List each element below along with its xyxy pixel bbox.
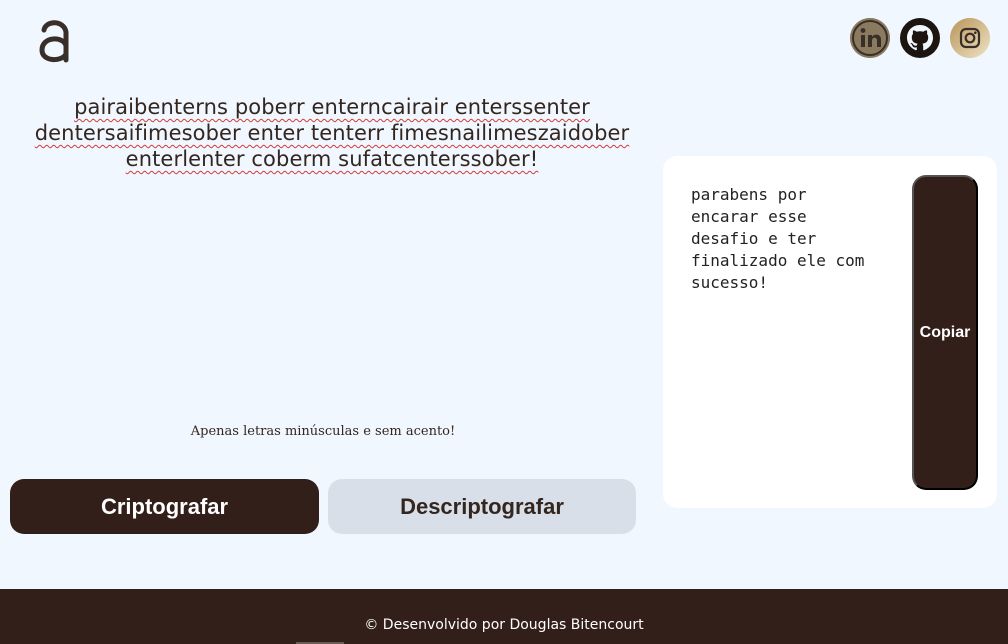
instagram-icon[interactable] [950,18,990,58]
page: pairaibenterns poberr enterncairair ente… [0,0,1008,644]
copy-button[interactable]: Copiar [912,175,978,490]
social-links [850,18,990,58]
decrypt-button[interactable]: Descriptografar [328,479,636,534]
footer-text: © Desenvolvido por Douglas Bitencourt [364,617,644,633]
encrypt-button[interactable]: Criptografar [10,479,319,534]
message-input[interactable]: pairaibenterns poberr enterncairair ente… [22,94,642,374]
input-hint: Apenas letras minúsculas e sem acento! [190,424,456,439]
output-card: parabens por encarar esse desafio e ter … [663,156,997,508]
footer: © Desenvolvido por Douglas Bitencourt [0,589,1008,644]
github-icon[interactable] [900,18,940,58]
logo-icon[interactable] [36,16,72,64]
linkedin-icon[interactable] [850,18,890,58]
message-input-text: pairaibenterns poberr enterncairair ente… [34,95,630,171]
output-text: parabens por encarar esse desafio e ter … [691,185,865,292]
